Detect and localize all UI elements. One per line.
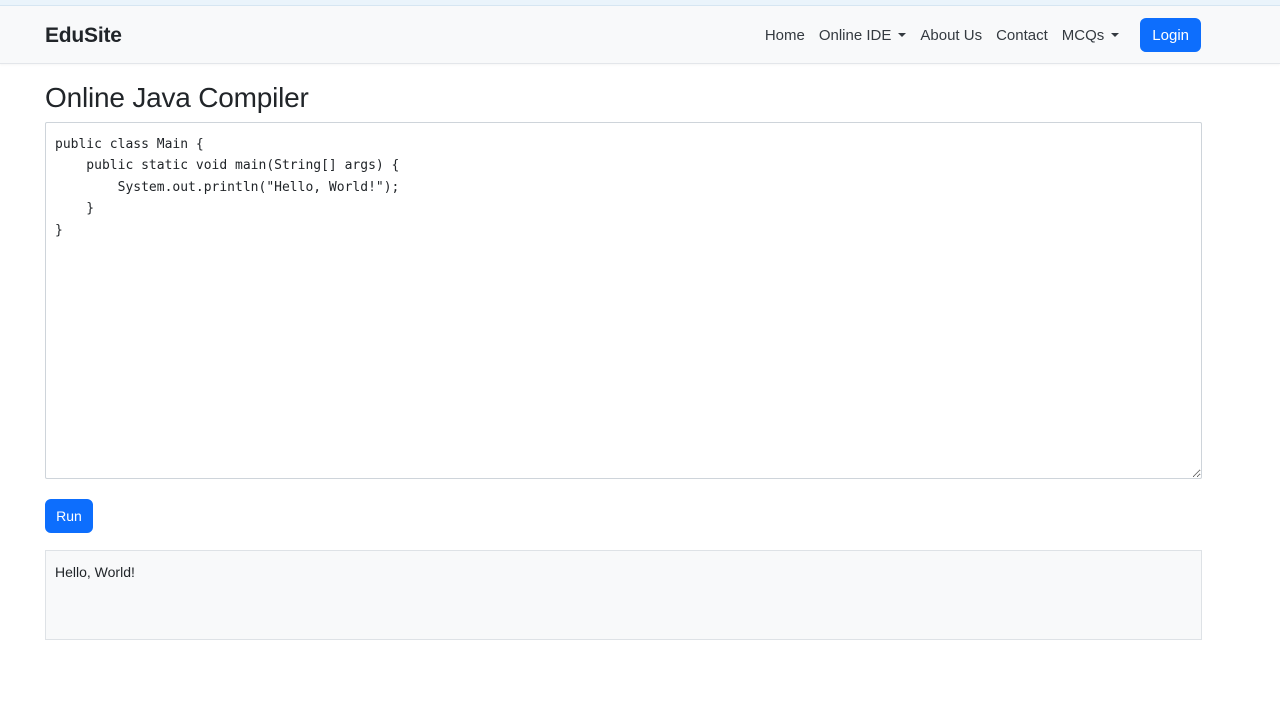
caret-down-icon [1111, 33, 1120, 37]
brand-logo[interactable]: EduSite [45, 24, 122, 48]
navbar: EduSite Home Online IDE About Us Contact… [0, 6, 1280, 64]
nav-link-mcqs[interactable]: MCQs [1055, 18, 1127, 52]
nav-link-online-ide-label: Online IDE [818, 26, 892, 44]
output-panel: Hello, World! [45, 550, 1202, 640]
page-title: Online Java Compiler [45, 82, 309, 113]
caret-down-icon [898, 33, 907, 37]
nav-link-online-ide[interactable]: Online IDE [812, 18, 914, 52]
nav-link-home[interactable]: Home [758, 18, 812, 52]
nav-link-mcqs-label: MCQs [1061, 26, 1105, 44]
nav-links: Home Online IDE About Us Contact MCQs Lo… [758, 18, 1201, 52]
nav-link-home-label: Home [764, 26, 805, 44]
code-editor[interactable] [45, 122, 1202, 479]
nav-link-contact-label: Contact [996, 26, 1048, 44]
nav-link-contact[interactable]: Contact [989, 18, 1055, 52]
run-button[interactable]: Run [45, 499, 93, 533]
nav-link-about-us[interactable]: About Us [913, 18, 989, 52]
nav-link-about-us-label: About Us [920, 26, 983, 44]
login-button[interactable]: Login [1140, 18, 1201, 52]
